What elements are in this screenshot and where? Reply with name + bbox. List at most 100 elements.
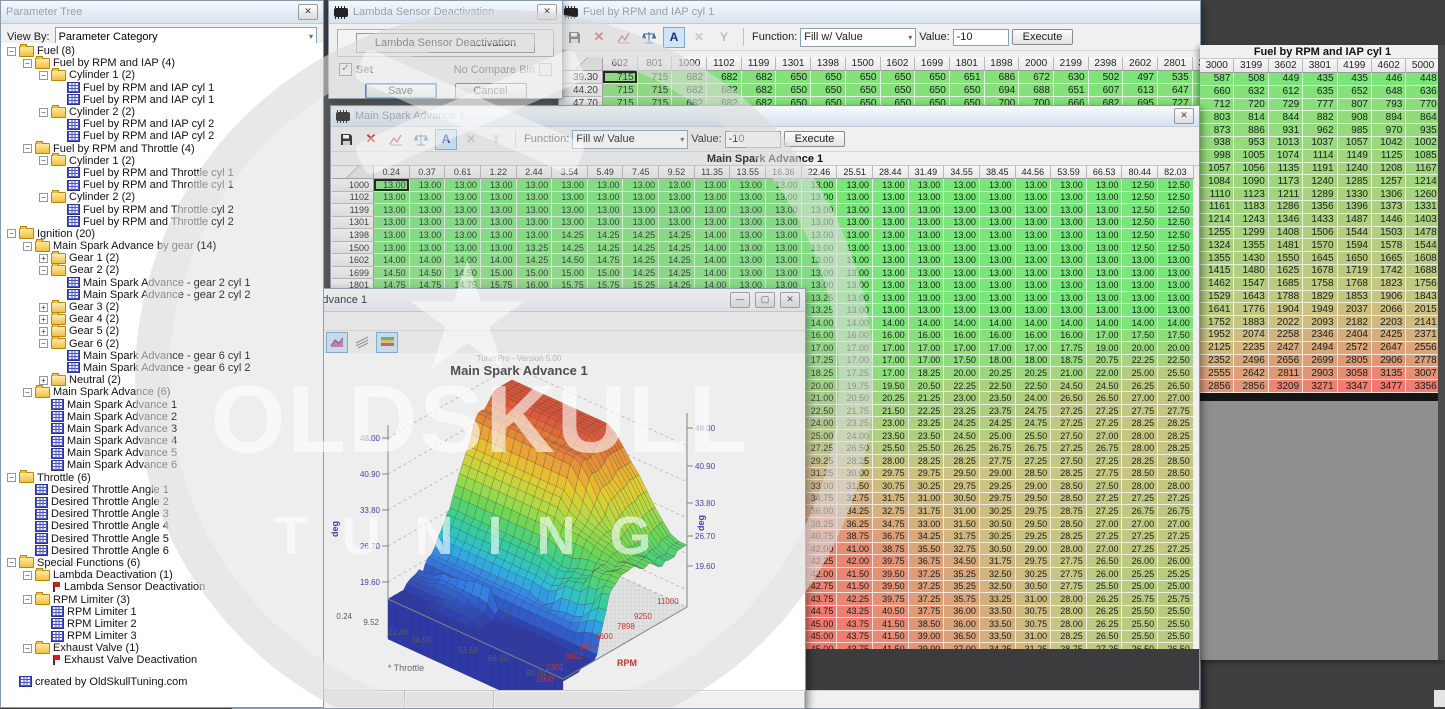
- tree-item[interactable]: Desired Throttle Angle 6: [7, 545, 323, 557]
- table-cell[interactable]: 2856: [1200, 380, 1234, 393]
- table-cell[interactable]: 2496: [1234, 355, 1268, 368]
- table-cell[interactable]: 13.00: [659, 192, 695, 205]
- table-cell[interactable]: 39.75: [873, 593, 909, 606]
- table-cell[interactable]: 37.25: [909, 568, 945, 581]
- tree-item[interactable]: Main Spark Advance 1: [7, 398, 323, 410]
- table-cell[interactable]: 13.00: [410, 217, 446, 230]
- table-cell[interactable]: 30.75: [1016, 618, 1052, 631]
- table-cell[interactable]: 13.00: [802, 242, 838, 255]
- table-cell[interactable]: 31.75: [980, 555, 1016, 568]
- table-cell[interactable]: 1173: [1269, 175, 1303, 188]
- tree-item[interactable]: −Ignition (20): [7, 228, 323, 240]
- table-cell[interactable]: 14.50: [552, 254, 588, 267]
- table-cell[interactable]: 1324: [1200, 239, 1234, 252]
- tree-item[interactable]: −Main Spark Advance (6): [7, 386, 323, 398]
- table-cell[interactable]: 27.25: [1087, 455, 1123, 468]
- table-cell[interactable]: 1544: [1406, 239, 1440, 252]
- table-cell[interactable]: 1408: [1269, 227, 1303, 240]
- table-cell[interactable]: 715: [603, 84, 638, 97]
- table-cell[interactable]: 18.00: [1016, 355, 1052, 368]
- table-cell[interactable]: 682: [707, 84, 742, 97]
- column-header[interactable]: 1102: [707, 57, 742, 71]
- table-cell[interactable]: 13.00: [1016, 217, 1052, 230]
- table-cell[interactable]: 1503: [1372, 227, 1406, 240]
- table-cell[interactable]: 31.00: [1016, 631, 1052, 644]
- table-cell[interactable]: 2022: [1269, 316, 1303, 329]
- table-cell[interactable]: 1084: [1200, 175, 1234, 188]
- column-header[interactable]: 13.55: [730, 166, 766, 179]
- table-cell[interactable]: 1529: [1200, 291, 1234, 304]
- table-cell[interactable]: 13.00: [909, 304, 945, 317]
- table-cell[interactable]: 13.00: [909, 254, 945, 267]
- table-cell[interactable]: 3209: [1269, 380, 1303, 393]
- table-cell[interactable]: 28.25: [1122, 455, 1158, 468]
- column-header[interactable]: 1801: [950, 57, 985, 71]
- table-cell[interactable]: 39.75: [873, 555, 909, 568]
- table-cell[interactable]: 28.00: [1122, 430, 1158, 443]
- table-cell[interactable]: 13.00: [659, 179, 695, 192]
- table-cell[interactable]: 3271: [1303, 380, 1337, 393]
- table-cell[interactable]: 13.00: [552, 192, 588, 205]
- table-cell[interactable]: 13.00: [766, 267, 802, 280]
- branch-icon[interactable]: Y: [485, 129, 507, 150]
- tree-item[interactable]: Exhaust Valve Deactivation: [7, 654, 323, 666]
- table-cell[interactable]: 1608: [1406, 252, 1440, 265]
- table-cell[interactable]: 1191: [1303, 163, 1337, 176]
- table-cell[interactable]: 27.75: [1158, 405, 1194, 418]
- tree-item[interactable]: RPM Limiter 3: [7, 630, 323, 642]
- table-cell[interactable]: 13.00: [730, 267, 766, 280]
- table-cell[interactable]: 42.00: [837, 555, 873, 568]
- table-cell[interactable]: 1161: [1200, 201, 1234, 214]
- table-cell[interactable]: 27.00: [1122, 392, 1158, 405]
- table-cell[interactable]: 873: [1200, 124, 1234, 137]
- table-cell[interactable]: 32.75: [837, 493, 873, 506]
- table-cell[interactable]: 20.50: [837, 392, 873, 405]
- chart-icon[interactable]: [613, 27, 635, 48]
- table-cell[interactable]: 30.25: [980, 530, 1016, 543]
- table-cell[interactable]: 497: [1123, 71, 1158, 84]
- table-cell[interactable]: 13.00: [730, 229, 766, 242]
- value-input[interactable]: -10: [725, 131, 781, 148]
- column-header[interactable]: 38.45: [980, 166, 1016, 179]
- table-cell[interactable]: 17.50: [1122, 330, 1158, 343]
- table-cell[interactable]: 13.00: [837, 292, 873, 305]
- tree-item[interactable]: −Cylinder 1 (2): [7, 69, 323, 81]
- table-cell[interactable]: 777: [1303, 99, 1337, 112]
- table-cell[interactable]: 1829: [1303, 291, 1337, 304]
- table-cell[interactable]: 39.50: [873, 581, 909, 594]
- table-cell[interactable]: 1678: [1303, 265, 1337, 278]
- table-cell[interactable]: 45.00: [802, 618, 838, 631]
- table-cell[interactable]: 694: [985, 84, 1020, 97]
- table-cell[interactable]: 17.25: [802, 355, 838, 368]
- table-cell[interactable]: 650: [846, 71, 881, 84]
- table-cell[interactable]: 23.25: [944, 405, 980, 418]
- table-cell[interactable]: 2015: [1406, 303, 1440, 316]
- table-cell[interactable]: 29.75: [980, 493, 1016, 506]
- table-cell[interactable]: 13.00: [873, 217, 909, 230]
- table-cell[interactable]: 1756: [1406, 278, 1440, 291]
- table-cell[interactable]: 13.00: [766, 229, 802, 242]
- table-cell[interactable]: 1433: [1303, 214, 1337, 227]
- tree-item[interactable]: −Fuel (8): [7, 45, 323, 57]
- lambda-dialog-titlebar[interactable]: Lambda Sensor Deactivation ✕: [329, 1, 562, 24]
- table-cell[interactable]: 30.50: [980, 543, 1016, 556]
- set-checkbox[interactable]: ✓: [339, 63, 352, 76]
- table-cell[interactable]: 31.50: [837, 480, 873, 493]
- table-cell[interactable]: 953: [1234, 137, 1268, 150]
- column-header[interactable]: 11.35: [695, 166, 731, 179]
- table-cell[interactable]: 33.00: [909, 518, 945, 531]
- table-cell[interactable]: 29.75: [873, 468, 909, 481]
- table-cell[interactable]: 23.00: [873, 417, 909, 430]
- table-cell[interactable]: 14.00: [1051, 317, 1087, 330]
- table-cell[interactable]: 435: [1303, 73, 1337, 86]
- table-cell[interactable]: 502: [1089, 71, 1124, 84]
- table-cell[interactable]: 27.50: [1051, 430, 1087, 443]
- table-cell[interactable]: 13.00: [873, 204, 909, 217]
- table-cell[interactable]: 13.00: [1051, 217, 1087, 230]
- table-cell[interactable]: 13.00: [730, 217, 766, 230]
- table-cell[interactable]: 2656: [1269, 355, 1303, 368]
- table-cell[interactable]: 13.00: [1087, 267, 1123, 280]
- table-cell[interactable]: 34.25: [909, 530, 945, 543]
- table-cell[interactable]: 31.25: [802, 468, 838, 481]
- table-cell[interactable]: 13.00: [410, 229, 446, 242]
